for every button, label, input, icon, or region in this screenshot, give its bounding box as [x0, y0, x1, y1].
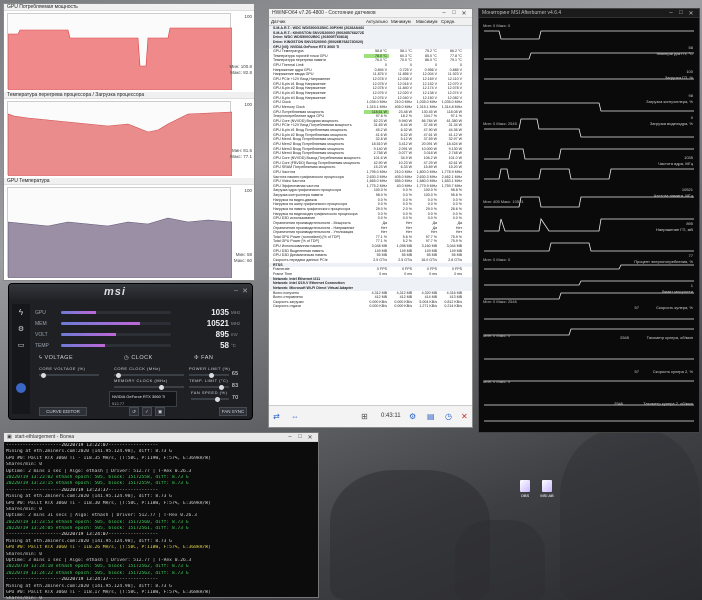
miner-console-window: ▣ start-ethlargement - Волна – □ ✕ -----… — [3, 432, 319, 600]
minimize-icon[interactable]: – — [234, 287, 238, 294]
power-plot — [7, 13, 233, 91]
curve-editor-button[interactable]: CURVE EDITOR — [39, 407, 87, 416]
settings-icon[interactable]: ⚙ — [12, 325, 30, 333]
network-icon[interactable]: ⊞ — [361, 412, 368, 421]
maximize-icon[interactable]: □ — [676, 10, 686, 16]
sensor-name: Скорость отдачи — [273, 304, 301, 309]
msi-sidebar: ϟ ⚙ ▭ — [12, 304, 30, 414]
graph-cpu-temp: Температура перегрева процессора / Загру… — [4, 92, 254, 178]
core-voltage-slider[interactable] — [39, 372, 99, 378]
settings-icon[interactable]: ⚙ — [409, 412, 416, 421]
close-icon[interactable]: ✕ — [461, 412, 468, 421]
gpu-clock-bar — [61, 311, 97, 314]
console-line: Shares/min: 0 — [6, 596, 42, 600]
voltage-row: VOLT 895 mV — [35, 330, 238, 339]
msi-header — [9, 284, 252, 300]
console-output: --------------------20220719 13:22:07---… — [4, 442, 318, 600]
msi-afterburner-panel: msi ✕ – ϟ ⚙ ▭ GPU 1035 MHz MEM 10521 MHz… — [8, 283, 253, 420]
shortcut-icon — [520, 480, 530, 492]
temp-plot — [7, 101, 233, 177]
gpu-temp-graph — [7, 217, 233, 279]
sensor-value: 0.214 KB/s — [444, 304, 462, 309]
temp-graph — [7, 111, 233, 177]
monitor-titlebar: Мониторинг MSI Afterburner v4.6.4 – □ ✕ — [479, 9, 699, 18]
console-titlebar: ▣ start-ethlargement - Волна – □ ✕ — [4, 433, 318, 442]
maximize-icon[interactable]: □ — [449, 10, 459, 16]
report-icon[interactable]: ▤ — [427, 412, 435, 421]
gpu-clock-row: GPU 1035 MHz — [35, 308, 241, 317]
apply-button[interactable]: ✓ — [142, 407, 152, 416]
fan-tab[interactable]: ✣ FAN — [194, 355, 213, 361]
temp-row: TEMP 58 °C — [35, 341, 237, 350]
minimize-icon[interactable]: – — [285, 434, 295, 440]
fan-sync-button[interactable]: FAN SYNC — [219, 407, 247, 416]
lightning-icon[interactable]: ϟ — [12, 308, 30, 317]
desktop-shortcut[interactable]: OBS — [514, 480, 536, 498]
sensor-value: 0.000 KB/s — [394, 304, 412, 309]
minimize-icon[interactable]: – — [666, 10, 676, 16]
arrows-icon[interactable]: ⇄ — [273, 412, 280, 421]
afterburner-monitor-window: Мониторинг MSI Afterburner v4.6.4 – □ ✕ — [478, 8, 700, 433]
hwinfo-toolbar: ⇄ ⇔ ⊞ 0:43:11 ⚙ ▤ ◷ ✕ — [269, 405, 472, 427]
user-icon[interactable] — [16, 383, 26, 393]
close-icon[interactable]: ✕ — [686, 10, 696, 17]
terminal-icon: ▣ — [7, 434, 12, 440]
hwinfo-window: HWiNFO64 v7.26-4800 - Состояние датчиков… — [268, 8, 473, 428]
msi-logo: msi — [104, 286, 126, 298]
clock-icon[interactable]: ◷ — [445, 412, 452, 421]
maximize-icon[interactable]: □ — [295, 434, 305, 440]
sensor-row[interactable]: Скорость отдачи 0.000 KB/s 0.000 KB/s 1.271… — [269, 304, 472, 309]
background-silhouette — [560, 430, 700, 600]
save-button[interactable]: ▣ — [155, 407, 165, 416]
memory-clock-slider[interactable] — [114, 384, 184, 390]
fan-speed-slider[interactable] — [191, 396, 229, 402]
close-icon[interactable]: ✕ — [242, 287, 248, 295]
power-graph — [7, 27, 233, 91]
voltage-tab[interactable]: ϟ VOLTAGE — [39, 355, 73, 361]
voltage-bar — [61, 333, 116, 336]
reset-button[interactable]: ↺ — [129, 407, 139, 416]
hwinfo-table-header: Датчик Актуально Минимум Максимум Средн. — [269, 18, 472, 26]
hwinfo-titlebar: HWiNFO64 v7.26-4800 - Состояние датчиков… — [269, 9, 472, 18]
afterburner-graphs-window: GPU Потребляемая мощность 100 Мин: 100.8… — [3, 3, 255, 281]
hwinfo-sensor-list: S.M.A.R.T.: WDC WDS500G2B0C-00PXH0 (2028… — [269, 26, 472, 309]
temp-limit-slider[interactable] — [189, 384, 229, 390]
mem-clock-row: MEM 10521 MHz — [35, 319, 241, 328]
close-icon[interactable]: ✕ — [459, 10, 469, 17]
temp-bar — [61, 344, 105, 347]
shortcut-icon — [542, 480, 552, 492]
sensor-value: 1.271 KB/s — [419, 304, 437, 309]
graph-gpu-temp: GPU Температура 100 Мин: 58 Макс: 60 — [4, 178, 254, 280]
core-clock-slider[interactable] — [114, 372, 184, 378]
minimize-icon[interactable]: – — [439, 10, 449, 16]
close-icon[interactable]: ✕ — [305, 434, 315, 441]
power-limit-slider[interactable] — [189, 372, 229, 378]
graph-power: GPU Потребляемая мощность 100 Мин: 100.8… — [4, 4, 254, 92]
expand-icon[interactable]: ⇔ — [291, 412, 299, 421]
sensor-value: 0.000 KB/s — [369, 304, 387, 309]
background-silhouette — [455, 520, 545, 600]
clock-tab[interactable]: ◷ CLOCK — [124, 355, 153, 361]
card-info: NVIDIA GeForce RTX 3060 Ti 512.77 — [109, 391, 177, 407]
desktop-shortcut[interactable]: MSI AB — [536, 480, 558, 498]
mem-clock-bar — [61, 322, 141, 325]
gpu-temp-plot — [7, 187, 233, 279]
monitor-icon[interactable]: ▭ — [12, 341, 30, 349]
